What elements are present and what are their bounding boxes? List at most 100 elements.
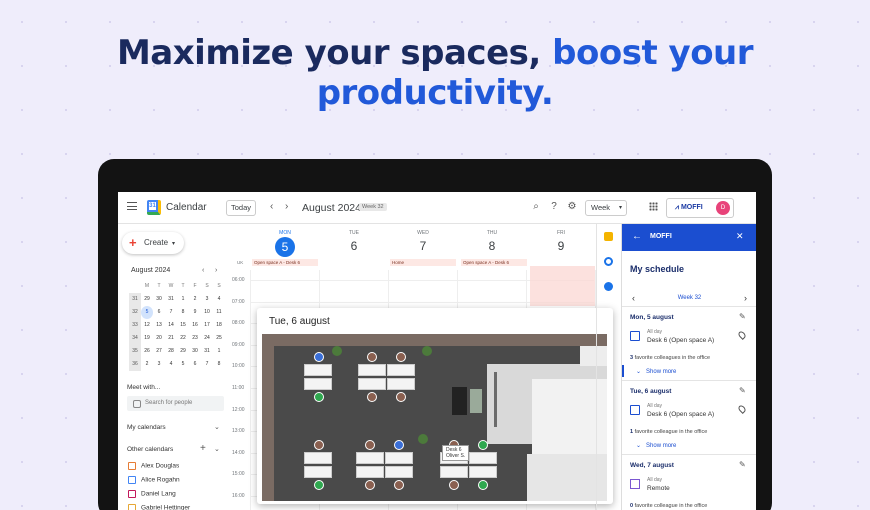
- mini-calendar-day[interactable]: 1: [213, 345, 225, 358]
- chevron-down-icon[interactable]: ⌄: [214, 445, 220, 453]
- mini-calendar-day[interactable]: 27: [153, 345, 165, 358]
- mini-calendar-day[interactable]: 13: [153, 319, 165, 332]
- mini-calendar-day[interactable]: 6: [153, 306, 165, 319]
- desk[interactable]: [304, 364, 332, 376]
- desk[interactable]: [440, 466, 468, 478]
- event-block[interactable]: [530, 266, 595, 306]
- prev-week-button[interactable]: ‹: [270, 201, 273, 212]
- all-day-event[interactable]: Open space A - Desk 6: [461, 259, 527, 266]
- desk[interactable]: [387, 378, 415, 390]
- other-calendars-toggle[interactable]: Other calendars: [127, 446, 173, 453]
- mini-calendar-day[interactable]: 15: [177, 319, 189, 332]
- day-header-mon[interactable]: MON 5: [265, 230, 305, 257]
- mini-calendar-day[interactable]: 12: [141, 319, 153, 332]
- mini-next-icon[interactable]: ›: [215, 267, 217, 274]
- desk-pin-booked[interactable]: [394, 440, 404, 450]
- colleague-pin[interactable]: [396, 392, 406, 402]
- mini-calendar-day[interactable]: 8: [213, 358, 225, 371]
- mini-calendar-day[interactable]: 4: [165, 358, 177, 371]
- help-icon[interactable]: ?: [548, 201, 560, 213]
- show-more-button[interactable]: Show more: [636, 368, 676, 375]
- pencil-icon[interactable]: ✎: [739, 460, 746, 469]
- contacts-icon[interactable]: [604, 282, 613, 291]
- pencil-icon[interactable]: ✎: [739, 312, 746, 321]
- calendar-checkbox-item[interactable]: Gabriel Hettinger: [128, 504, 190, 510]
- mini-calendar-day[interactable]: 30: [153, 293, 165, 306]
- colleague-pin[interactable]: [394, 480, 404, 490]
- view-select[interactable]: Week: [585, 200, 627, 216]
- mini-calendar-day[interactable]: 18: [213, 319, 225, 332]
- mini-calendar-day[interactable]: 4: [213, 293, 225, 306]
- mini-calendar-day[interactable]: 11: [213, 306, 225, 319]
- desk[interactable]: [304, 378, 332, 390]
- mini-calendar-day[interactable]: 14: [165, 319, 177, 332]
- day-header-wed[interactable]: WED 7: [403, 230, 443, 253]
- all-day-event[interactable]: Home: [390, 259, 456, 266]
- desk-pin-available[interactable]: [314, 392, 324, 402]
- back-arrow-icon[interactable]: ←: [632, 231, 642, 242]
- mini-calendar-day[interactable]: 23: [189, 332, 201, 345]
- desk[interactable]: [356, 452, 384, 464]
- checkbox[interactable]: [128, 504, 136, 510]
- desk-pin-booked[interactable]: [314, 352, 324, 362]
- mini-calendar-day[interactable]: 24: [201, 332, 213, 345]
- mini-calendar-day[interactable]: 3: [201, 293, 213, 306]
- mini-calendar-day[interactable]: 7: [201, 358, 213, 371]
- mini-calendar-day[interactable]: 3: [153, 358, 165, 371]
- mini-calendar-day[interactable]: 29: [141, 293, 153, 306]
- colleague-pin[interactable]: [449, 480, 459, 490]
- search-icon[interactable]: ⌕: [530, 201, 542, 213]
- mini-calendar-day[interactable]: 16: [189, 319, 201, 332]
- mini-calendar-day[interactable]: 19: [141, 332, 153, 345]
- chevron-down-icon[interactable]: ⌄: [214, 423, 220, 431]
- day-header-tue[interactable]: TUE 6: [334, 230, 374, 253]
- desk[interactable]: [358, 378, 386, 390]
- checkbox[interactable]: [128, 476, 136, 484]
- mini-calendar-day[interactable]: 22: [177, 332, 189, 345]
- mini-calendar-day[interactable]: 28: [165, 345, 177, 358]
- colleague-pin[interactable]: [365, 480, 375, 490]
- desk[interactable]: [358, 364, 386, 376]
- close-icon[interactable]: ✕: [736, 231, 744, 242]
- desk[interactable]: [385, 466, 413, 478]
- colleague-pin[interactable]: [367, 392, 377, 402]
- apps-grid-icon[interactable]: [649, 202, 658, 211]
- colleague-pin[interactable]: [314, 440, 324, 450]
- create-button[interactable]: + Create ▾: [122, 232, 184, 254]
- mini-calendar-day[interactable]: 2: [189, 293, 201, 306]
- all-day-event[interactable]: Open space A - Desk 6: [252, 259, 318, 266]
- mini-calendar-day[interactable]: 31: [165, 293, 177, 306]
- colleague-pin[interactable]: [367, 352, 377, 362]
- day-header-thu[interactable]: THU 8: [472, 230, 512, 253]
- calendar-checkbox-item[interactable]: Alice Rogahn: [128, 476, 180, 486]
- mini-prev-icon[interactable]: ‹: [202, 267, 204, 274]
- mini-calendar-day[interactable]: 26: [141, 345, 153, 358]
- menu-icon[interactable]: [127, 202, 137, 210]
- pencil-icon[interactable]: ✎: [739, 386, 746, 395]
- show-more-button[interactable]: Show more: [636, 442, 676, 449]
- desk-pin-available[interactable]: [478, 440, 488, 450]
- add-calendar-icon[interactable]: +: [200, 443, 206, 454]
- desk[interactable]: [304, 452, 332, 464]
- colleague-pin[interactable]: [365, 440, 375, 450]
- day-header-fri[interactable]: FRI 9: [541, 230, 581, 253]
- mini-calendar-day[interactable]: 5: [141, 306, 153, 319]
- mini-calendar-day[interactable]: 1: [177, 293, 189, 306]
- mini-calendar-day[interactable]: 20: [153, 332, 165, 345]
- mini-calendar-day[interactable]: 6: [189, 358, 201, 371]
- search-people-input[interactable]: Search for people: [127, 396, 224, 411]
- avatar[interactable]: D: [716, 201, 730, 215]
- desk[interactable]: [356, 466, 384, 478]
- keep-icon[interactable]: [604, 232, 613, 241]
- gear-icon[interactable]: ⚙: [566, 201, 578, 213]
- mini-calendar-day[interactable]: 30: [189, 345, 201, 358]
- desk[interactable]: [469, 466, 497, 478]
- mini-calendar-day[interactable]: 9: [189, 306, 201, 319]
- desk-pin-available[interactable]: [314, 480, 324, 490]
- mini-calendar-day[interactable]: 29: [177, 345, 189, 358]
- calendar-checkbox-item[interactable]: Daniel Lang: [128, 490, 176, 500]
- my-calendars-toggle[interactable]: My calendars: [127, 424, 166, 431]
- mini-calendar-day[interactable]: 7: [165, 306, 177, 319]
- calendar-checkbox-item[interactable]: Alex Douglas: [128, 462, 179, 472]
- floor-plan[interactable]: [262, 334, 607, 501]
